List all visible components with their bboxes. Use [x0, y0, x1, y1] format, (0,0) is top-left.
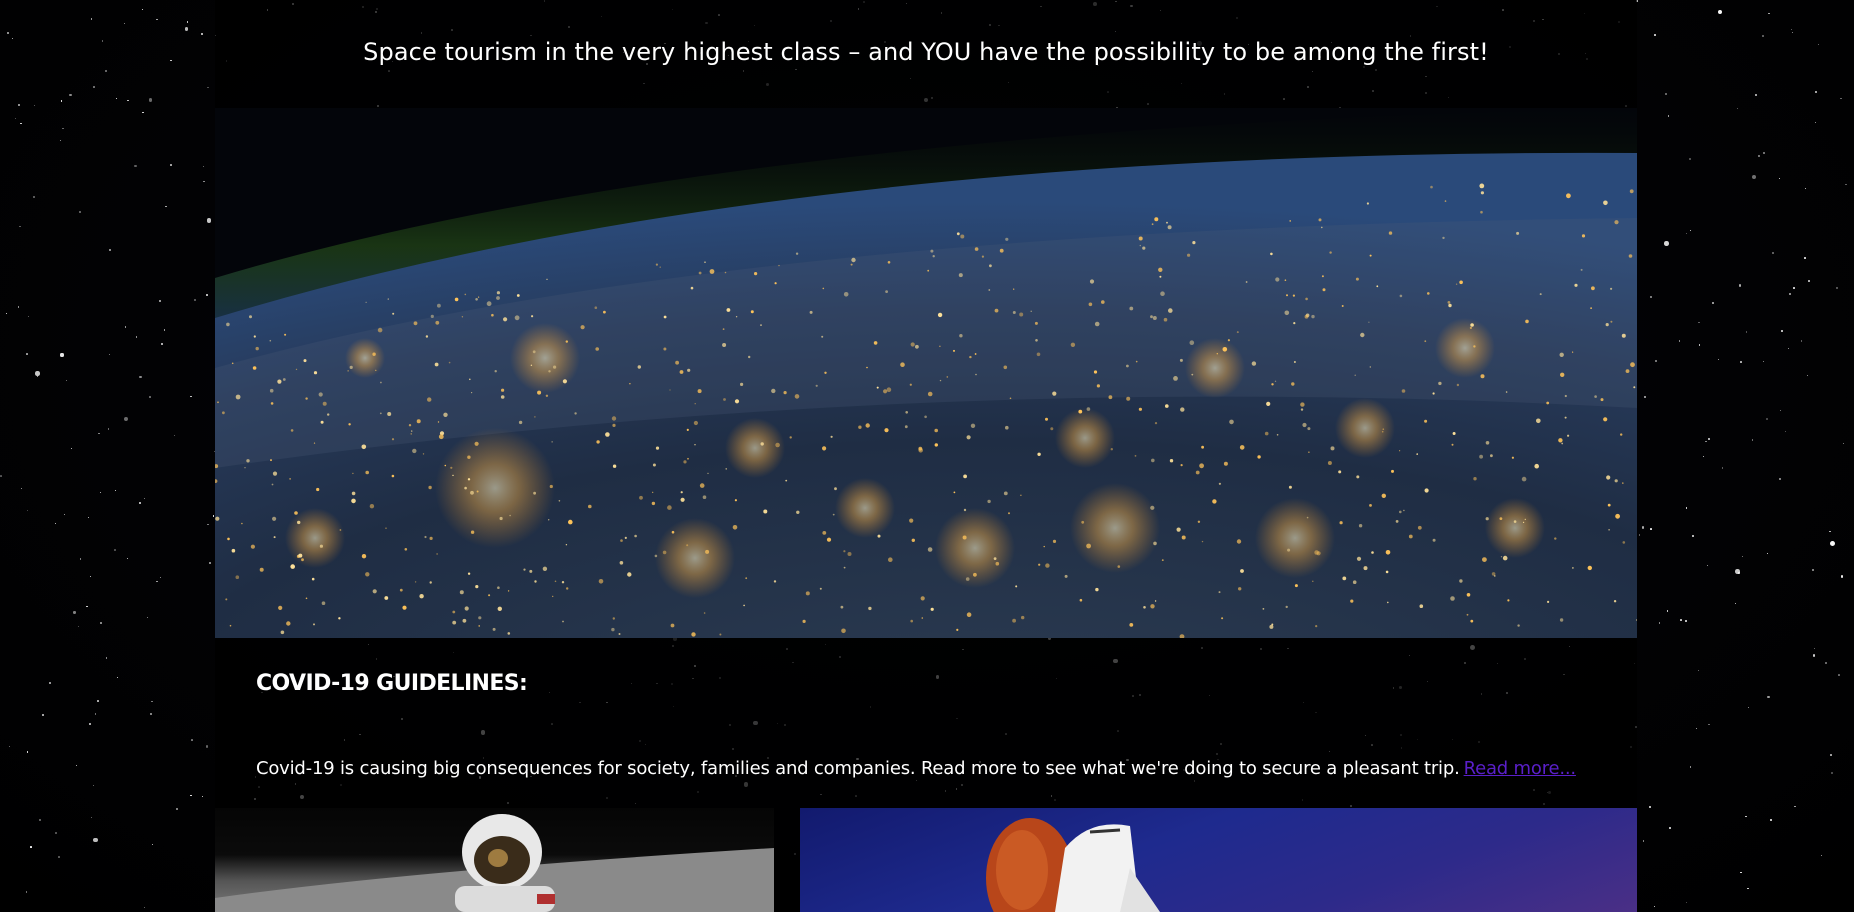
covid-paragraph: Covid-19 is causing big consequences for… [256, 758, 1576, 779]
shuttle-thumbnail[interactable] [800, 808, 1637, 912]
page-tagline: Space tourism in the very highest class … [363, 38, 1489, 66]
hero-earth-image [215, 108, 1637, 638]
read-more-link[interactable]: Read more... [1464, 758, 1577, 779]
covid-body-text: Covid-19 is causing big consequences for… [256, 758, 1460, 779]
astronaut-thumbnail[interactable] [215, 808, 774, 912]
covid-heading: COVID-19 GUIDELINES: [256, 671, 528, 696]
